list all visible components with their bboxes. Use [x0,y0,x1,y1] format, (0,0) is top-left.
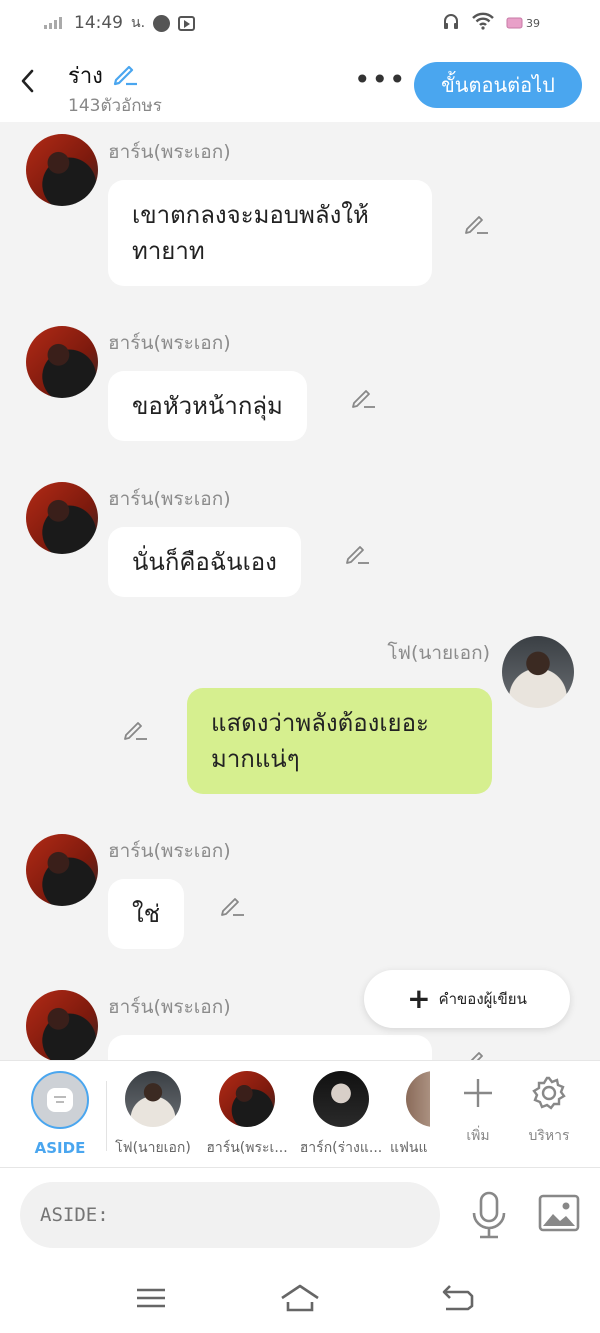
aside-icon [31,1071,89,1129]
message-bubble[interactable] [108,1035,432,1060]
edit-message-icon[interactable] [463,1046,489,1060]
draft-title: ร่าง [68,64,103,89]
edit-title-icon[interactable] [111,59,139,93]
avatar[interactable] [26,326,98,398]
edit-message-icon[interactable] [122,716,148,742]
signal-icon [44,17,62,29]
sender-name: ฮาร์น(พระเอก) [108,488,231,510]
character-name: ฮาร์ก(ร่างแ... [299,1140,383,1156]
message-bubble[interactable]: ใช่ [108,879,185,949]
next-step-button[interactable]: ขั้นตอนต่อไป [414,62,582,108]
plus-icon [443,1073,513,1113]
sender-name: ฮาร์น(พระเอก) [108,332,231,354]
character-name: ฮาร์น(พระเ... [206,1140,288,1156]
character-item[interactable]: ฮาร์ก(ร่างแ... [296,1071,386,1159]
character-avatar [219,1071,275,1127]
chat-area[interactable]: ฮาร์น(พระเอก) เขาตกลงจะมอบพลังให้ทายาท ฮ… [0,122,600,1060]
navigation-bar [0,1264,600,1333]
menu-icon[interactable] [131,1282,171,1314]
character-item[interactable]: โฟ(นายเอก) [108,1071,198,1159]
character-name: โฟ(นายเอก) [115,1140,191,1156]
status-time-suffix: น. [131,15,146,31]
character-count: 143ตัวอักษร [68,96,162,116]
edit-message-icon[interactable] [344,540,370,566]
add-character-button[interactable]: เพิ่ม [443,1073,513,1147]
character-aside[interactable]: ASIDE [15,1071,105,1157]
divider [106,1081,107,1151]
message-bubble[interactable]: ขอหัวหน้ากลุ่ม [108,371,307,441]
character-avatar [406,1071,430,1127]
message-bubble[interactable]: เขาตกลงจะมอบพลังให้ทายาท [108,180,432,286]
avatar[interactable] [502,636,574,708]
sender-name: ฮาร์น(พระเอก) [108,840,231,862]
manage-characters-button[interactable]: บริหาร [514,1073,584,1147]
back-icon[interactable] [438,1282,478,1314]
edit-message-icon[interactable] [463,210,489,236]
edit-message-icon[interactable] [219,892,245,918]
message-bubble[interactable]: แสดงว่าพลังต้องเยอะมากแน่ๆ [187,688,492,794]
message-input-box[interactable] [20,1182,440,1248]
manage-label: บริหาร [528,1128,570,1144]
sender-name: ฮาร์น(พระเอก) [108,141,231,163]
message-input[interactable] [40,1204,420,1226]
composer [0,1168,600,1264]
message-bubble[interactable]: นั่นก็คือฉันเอง [108,527,301,597]
home-icon[interactable] [280,1282,320,1314]
headphones-icon [442,12,460,34]
avatar[interactable] [26,482,98,554]
microphone-icon[interactable] [468,1190,510,1240]
back-arrow-icon[interactable] [16,66,40,96]
character-bar: ASIDE โฟ(นายเอก) ฮาร์น(พระเ... ฮาร์ก(ร่า… [0,1060,600,1168]
author-note-label: คำของผู้เขียน [438,990,527,1008]
status-time: 14:49 [74,13,123,33]
gear-icon [514,1073,584,1113]
youtube-icon [178,15,196,31]
more-options-icon[interactable]: ••• [354,66,407,94]
character-avatar [313,1071,369,1127]
image-icon[interactable] [538,1194,580,1232]
wifi-icon [472,12,494,34]
page-title: ร่าง [68,58,139,93]
edit-message-icon[interactable] [350,384,376,410]
battery-level: 39 [526,16,540,30]
sender-name: โฟ(นายเอก) [387,642,490,664]
avatar[interactable] [26,134,98,206]
avatar[interactable] [26,834,98,906]
aside-label: ASIDE [34,1139,86,1157]
character-item[interactable]: แฟนแ [390,1071,430,1159]
status-bar: 14:49 น. 39 [0,0,600,46]
app-header: ร่าง 143ตัวอักษร ••• ขั้นตอนต่อไป [0,46,600,122]
add-label: เพิ่ม [466,1128,490,1144]
character-item[interactable]: ฮาร์น(พระเ... [202,1071,292,1159]
character-name: แฟนแ [390,1140,428,1156]
author-note-button[interactable]: + คำของผู้เขียน [364,970,570,1028]
battery-icon: 39 [506,17,540,30]
character-avatar [125,1071,181,1127]
messenger-icon [153,14,171,32]
sender-name: ฮาร์น(พระเอก) [108,996,231,1018]
plus-icon: + [407,982,431,1015]
avatar[interactable] [26,990,98,1060]
